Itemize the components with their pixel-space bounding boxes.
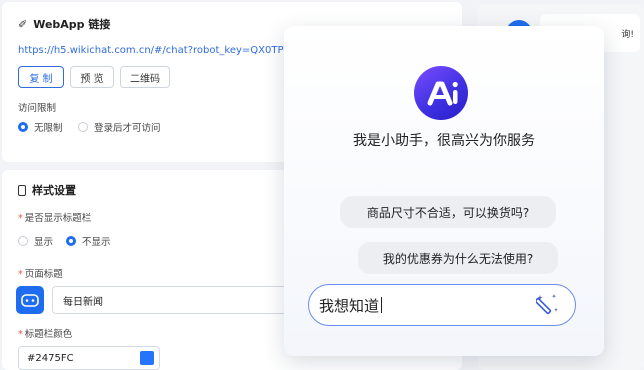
page-title-value: 每日新闻 (63, 296, 103, 308)
show-option-label: 显示 (34, 237, 54, 248)
access-option-login[interactable]: 登录后才可访问 (78, 120, 161, 134)
radio-selected[interactable] (66, 236, 76, 246)
text-caret (381, 297, 383, 313)
copy-button[interactable]: 复 制 (18, 66, 64, 88)
show-title-option-hide[interactable]: 不显示 (66, 234, 111, 248)
show-title-option-show[interactable]: 显示 (18, 234, 53, 248)
bot-message-text: 询! (621, 29, 634, 40)
link-icon: ✐ (18, 17, 28, 31)
title-color-label: * 标题栏颜色 (18, 329, 73, 340)
ai-logo-glyph (427, 81, 458, 106)
access-option-label: 无限制 (34, 123, 63, 134)
radio-selected[interactable] (18, 122, 28, 132)
style-title: 样式设置 (32, 184, 76, 197)
magic-wand-icon[interactable] (536, 292, 560, 316)
chat-bot-avatar-button[interactable] (16, 286, 44, 314)
access-limit-label: 访问限制 (18, 103, 57, 114)
page-title-label: * 页面标题 (18, 269, 63, 280)
title-color-value: #2475FC (27, 352, 74, 364)
webapp-url[interactable]: https://h5.wikichat.com.cn/#/chat?robot_… (18, 45, 314, 56)
suggestion-bubble[interactable]: 我的优惠券为什么无法使用? (358, 242, 558, 274)
page-title-input[interactable]: 每日新闻 (52, 286, 288, 314)
hide-option-label: 不显示 (82, 237, 111, 248)
access-option-label: 登录后才可访问 (94, 123, 161, 134)
greeting-text: 我是小助手，很高兴为你服务 (353, 133, 535, 149)
suggestion-bubble[interactable]: 商品尺寸不合适，可以换货吗? (340, 196, 556, 228)
webapp-section-header: ✐ WebApp 链接 (18, 16, 110, 32)
style-section-header: 样式设置 (18, 182, 76, 198)
preview-button[interactable]: 预 览 (70, 66, 114, 88)
chat-bot-icon (21, 294, 39, 307)
radio-unselected[interactable] (18, 236, 28, 246)
radio-unselected[interactable] (78, 122, 88, 132)
ai-logo-icon (414, 66, 468, 120)
color-swatch[interactable] (140, 351, 154, 365)
phone-icon (18, 184, 26, 196)
webapp-title: WebApp 链接 (33, 18, 111, 31)
access-option-unlimited[interactable]: 无限制 (18, 120, 63, 134)
show-title-label: * 是否显示标题栏 (18, 213, 92, 224)
qrcode-button[interactable]: 二维码 (120, 66, 170, 88)
title-color-input[interactable]: #2475FC (18, 346, 160, 370)
chat-input-value: 我想知道 (319, 296, 380, 315)
